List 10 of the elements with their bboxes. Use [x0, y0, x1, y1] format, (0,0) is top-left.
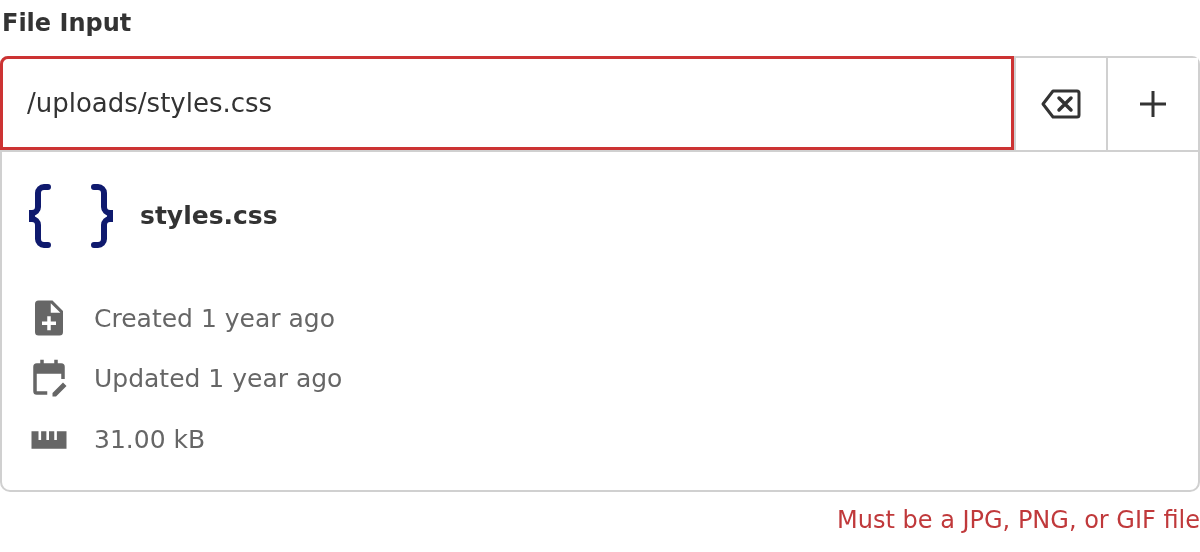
file-path-field[interactable]: /uploads/styles.css: [0, 56, 1014, 150]
braces-icon: [28, 183, 114, 248]
backspace-icon: [1041, 88, 1081, 120]
error-message: Must be a JPG, PNG, or GIF file: [836, 506, 1200, 534]
file-detail: 31.00 kB: [94, 425, 206, 455]
field-label: File Input: [1, 8, 133, 39]
file-name: styles.css: [140, 201, 278, 231]
file-detail: Updated 1 year ago: [94, 364, 343, 394]
plus-icon: [1139, 90, 1167, 118]
file-detail: Created 1 year ago: [94, 303, 335, 333]
